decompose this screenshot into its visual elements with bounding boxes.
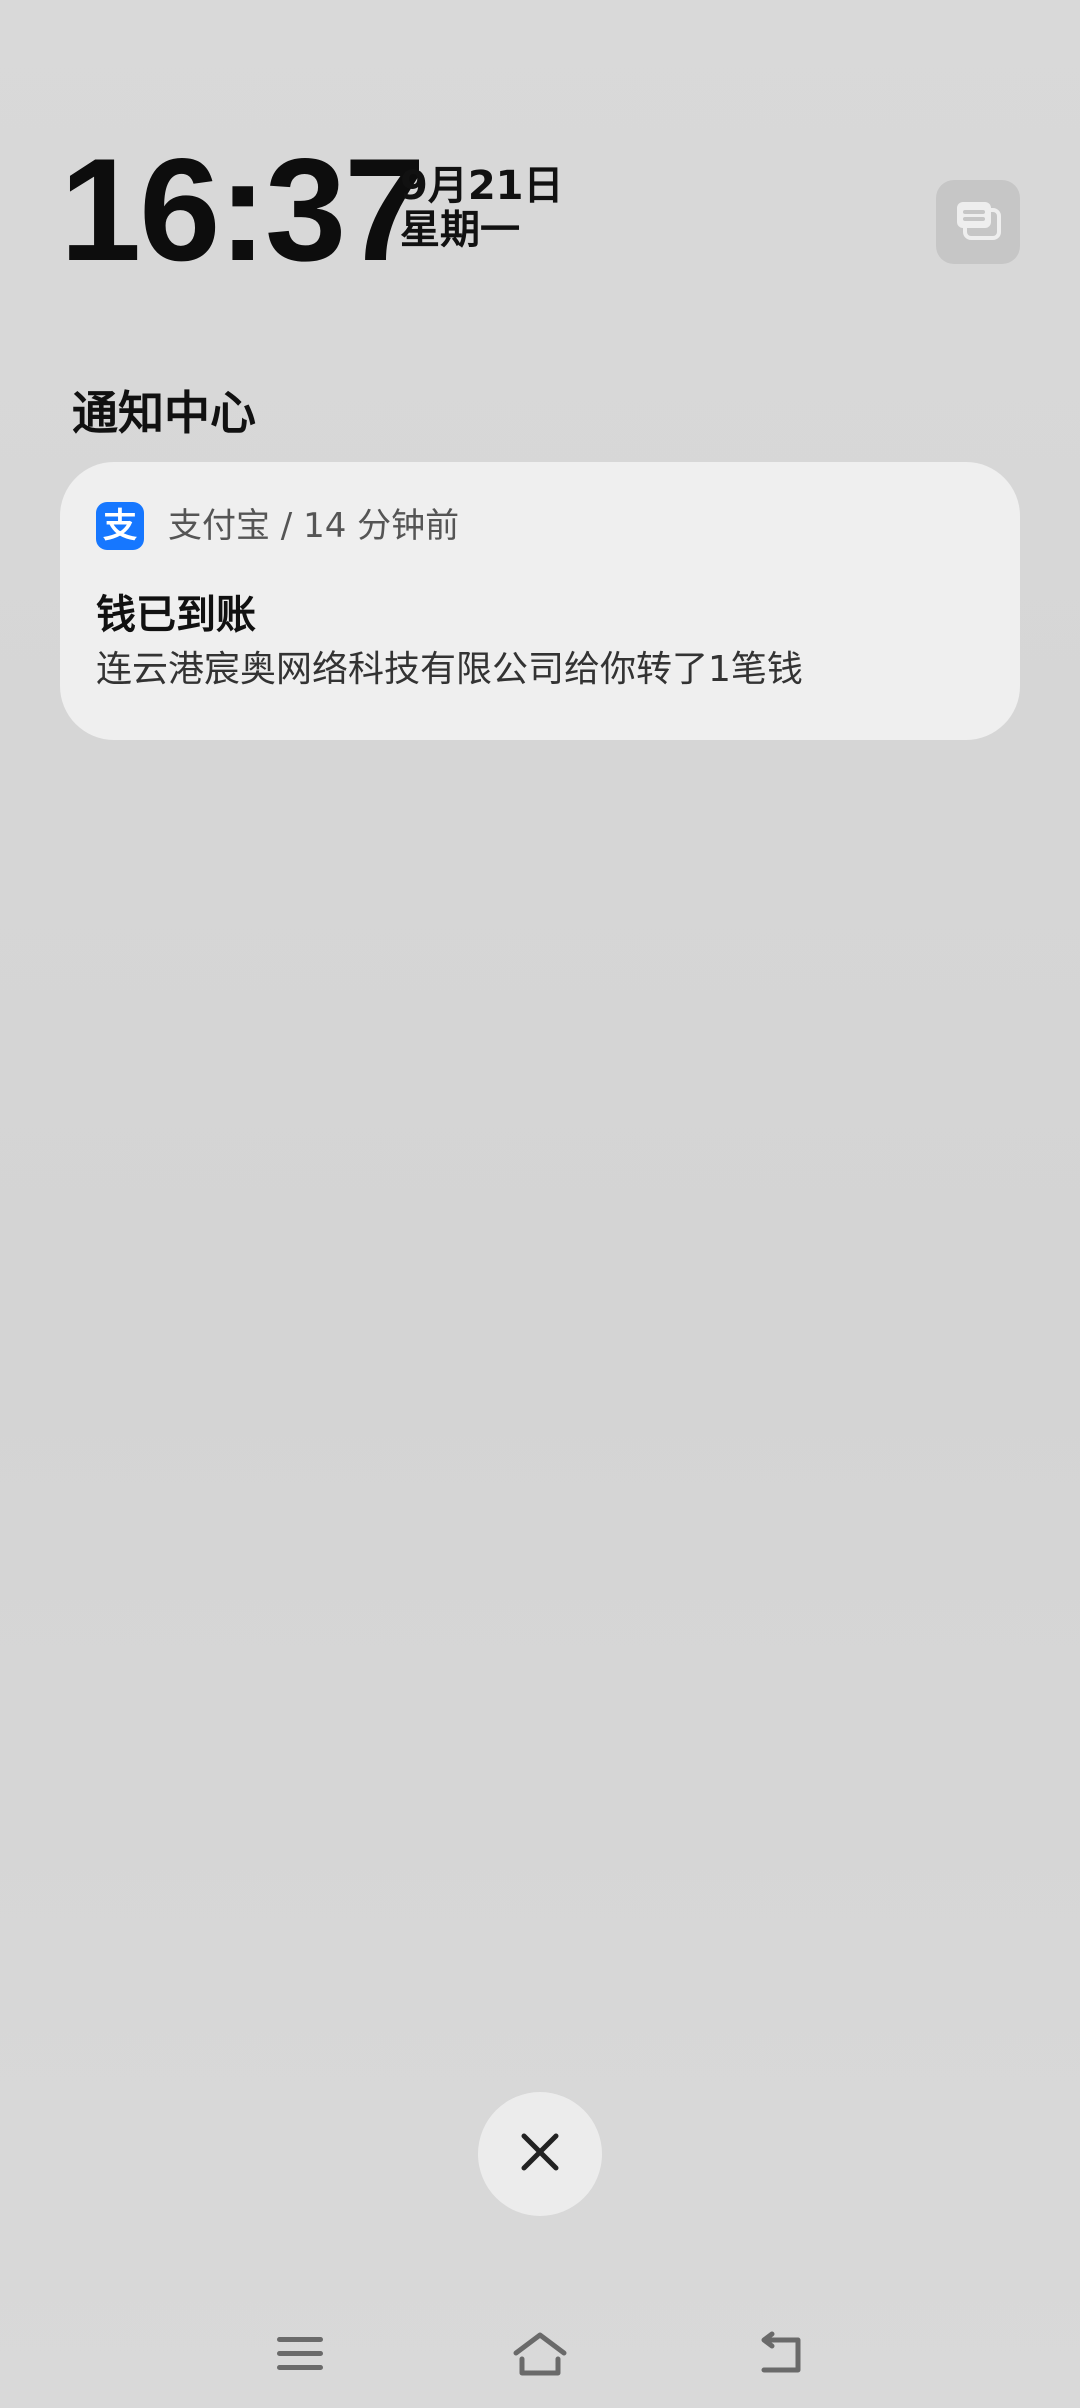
lockscreen-header: 16:37 9月21日 星期一 (60, 128, 1020, 291)
notification-center-title: 通知中心 (72, 386, 256, 440)
notification-stack-icon (953, 198, 1003, 246)
menu-icon (275, 2333, 325, 2379)
notification-card[interactable]: 支 支付宝 / 14 分钟前 钱已到账 连云港宸奥网络科技有限公司给你转了1笔钱 (60, 462, 1020, 740)
date-block: 9月21日 星期一 (400, 164, 564, 252)
back-icon (754, 2330, 806, 2382)
clock-time: 16:37 (60, 128, 425, 291)
notification-body: 连云港宸奥网络科技有限公司给你转了1笔钱 (96, 649, 803, 690)
date-text: 9月21日 (400, 163, 564, 209)
home-icon (510, 2329, 570, 2383)
notification-stack-button[interactable] (936, 180, 1020, 264)
close-icon (518, 2130, 562, 2178)
navigation-bar (0, 2300, 1080, 2408)
notification-app-meta: 支付宝 / 14 分钟前 (168, 506, 460, 546)
notification-header: 支 支付宝 / 14 分钟前 (96, 502, 459, 550)
recent-apps-button[interactable] (264, 2320, 336, 2392)
home-button[interactable] (504, 2320, 576, 2392)
app-icon-glyph: 支 (103, 506, 137, 546)
weekday-text: 星期一 (400, 207, 520, 253)
alipay-icon: 支 (96, 502, 144, 550)
notification-title: 钱已到账 (96, 592, 256, 638)
back-button[interactable] (744, 2320, 816, 2392)
clear-notifications-button[interactable] (478, 2092, 602, 2216)
